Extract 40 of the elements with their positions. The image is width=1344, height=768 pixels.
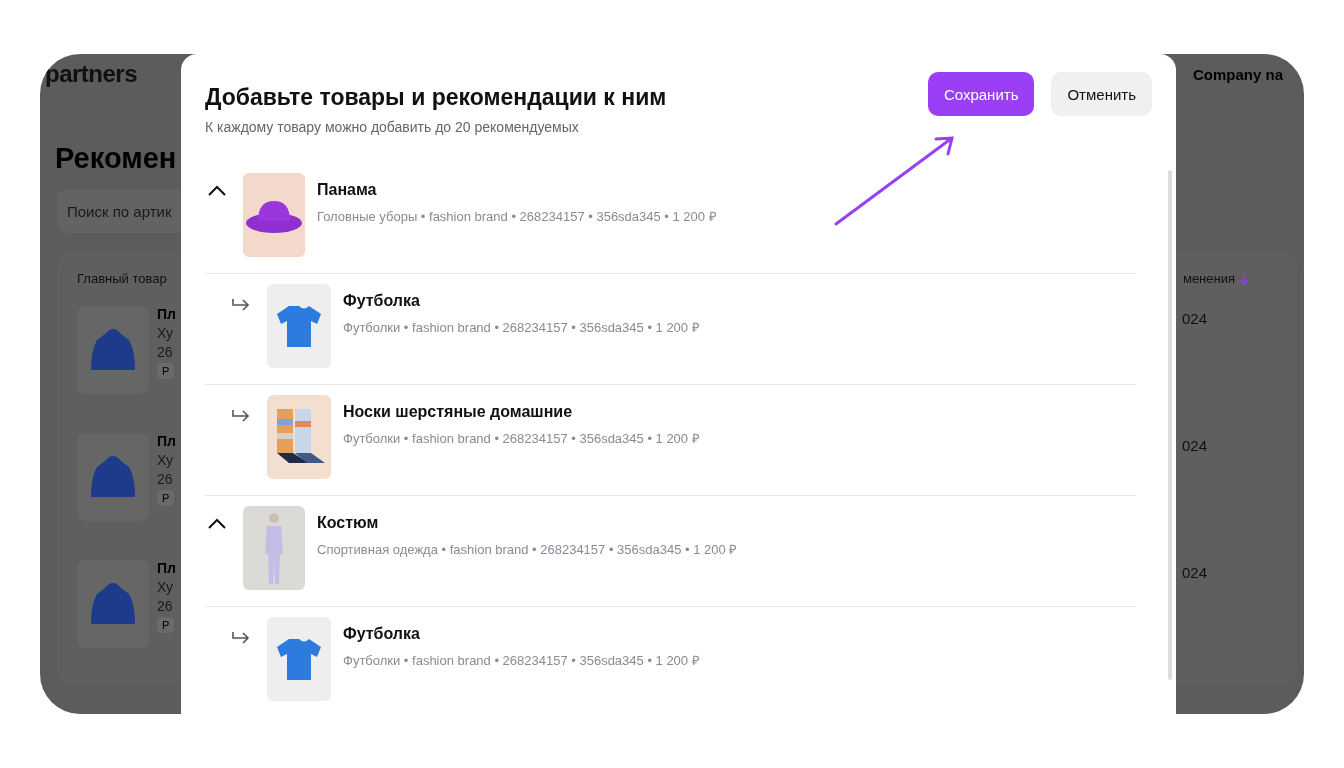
product-name: Пл: [157, 560, 176, 576]
product-name: Панама: [317, 181, 378, 199]
product-name: Футболка: [343, 292, 421, 310]
logo-text: partners: [45, 60, 138, 88]
chevron-icon[interactable]: [207, 185, 227, 197]
return-arrow-icon: [231, 631, 251, 645]
column-header[interactable]: Главный товар: [77, 271, 167, 286]
chevron-icon[interactable]: [207, 518, 227, 530]
dialog-subtitle: К каждому товару можно добавить до 20 рекомендуемых: [205, 119, 580, 135]
date-text: 024: [1181, 564, 1207, 581]
product-category: Ху: [157, 325, 175, 341]
product-details: Спортивная одежда • fashion brand • 268234157 • 356sda345 • 1 200 ₽: [317, 541, 738, 558]
product-details: Футболки • fashion brand • 268234157 • 356sda345 • 1 200 ₽: [343, 430, 700, 447]
product-name: Футболка: [343, 625, 421, 643]
page-heading: Рекомен: [55, 142, 178, 175]
product-code: 26: [157, 344, 174, 360]
product-category: Ху: [157, 579, 175, 595]
save-button[interactable]: Сохранить: [927, 72, 1035, 116]
product-tag: Р: [157, 490, 175, 506]
dialog-title: Добавьте товары и рекомендации к ним: [205, 84, 667, 111]
date-text: 024: [1181, 310, 1207, 327]
return-arrow-icon: [231, 409, 251, 423]
product-name: Костюм: [317, 514, 380, 532]
return-arrow-icon: [231, 298, 251, 312]
product-name: Пл: [157, 433, 176, 449]
cancel-button[interactable]: Отменить: [1051, 72, 1152, 116]
product-tag: Р: [157, 363, 175, 379]
account-name[interactable]: Company na: [1193, 65, 1283, 83]
column-header[interactable]: менения: [1182, 271, 1249, 286]
product-details: Футболки • fashion brand • 268234157 • 356sda345 • 1 200 ₽: [343, 319, 700, 336]
product-details: Головные уборы • fashion brand • 268234157 • 356sda345 • 1 200 ₽: [317, 208, 717, 225]
product-name: Носки шерстяные домашние: [343, 403, 574, 421]
product-code: 26: [157, 598, 174, 614]
product-category: Ху: [157, 452, 175, 468]
product-details: Футболки • fashion brand • 268234157 • 356sda345 • 1 200 ₽: [343, 652, 700, 669]
product-tag: Р: [157, 617, 175, 633]
product-code: 26: [157, 471, 174, 487]
date-text: 024: [1181, 437, 1207, 454]
product-name: Пл: [157, 306, 176, 322]
scrollbar[interactable]: [1168, 170, 1172, 680]
